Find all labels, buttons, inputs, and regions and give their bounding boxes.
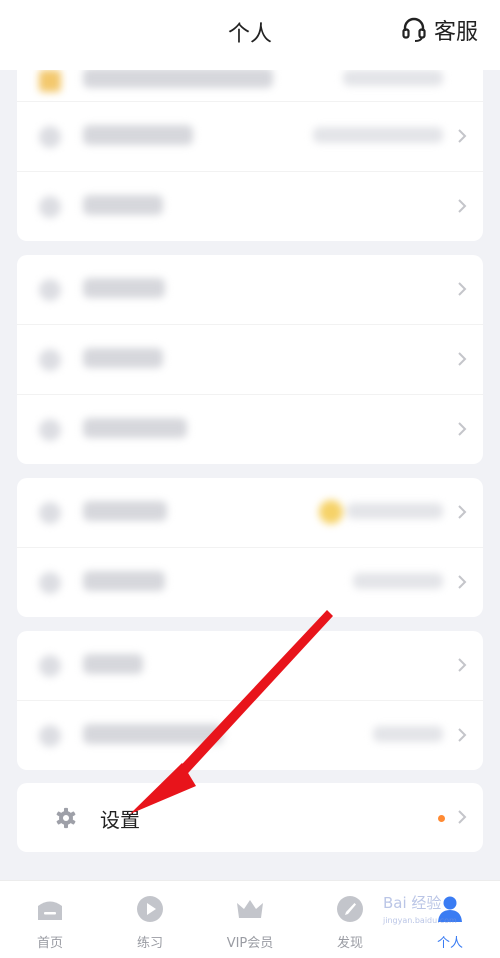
watermark-sub: jingyan.baidu.com <box>383 916 457 925</box>
chevron-right-icon <box>458 728 467 742</box>
blurred-value <box>353 573 443 589</box>
blurred-content <box>17 172 483 241</box>
chevron-right-icon <box>458 199 467 213</box>
crown-icon <box>237 900 263 918</box>
chevron-right-icon <box>458 352 467 366</box>
list-item[interactable] <box>17 172 483 241</box>
blurred-value <box>347 503 443 519</box>
home-icon <box>38 901 62 920</box>
headset-icon <box>402 17 426 42</box>
blurred-badge <box>319 500 343 524</box>
tab-vip[interactable]: VIP会员 <box>200 881 300 958</box>
list-item[interactable] <box>17 102 483 172</box>
chevron-right-icon <box>458 282 467 296</box>
list-item[interactable] <box>17 548 483 617</box>
blurred-content <box>17 325 483 394</box>
watermark: Bai 经验 jingyan.baidu.com <box>383 895 495 945</box>
top-header: 个人 客服 <box>0 0 500 70</box>
chevron-right-icon <box>458 658 467 672</box>
chevron-right-icon <box>458 575 467 589</box>
blurred-icon <box>39 502 61 524</box>
blurred-icon <box>39 655 61 677</box>
blurred-label <box>83 724 223 744</box>
menu-card-2 <box>17 255 483 464</box>
list-item[interactable] <box>17 701 483 770</box>
tab-label: VIP会员 <box>226 936 274 951</box>
menu-card-3 <box>17 478 483 617</box>
settings-label: 设置 <box>100 808 140 832</box>
tab-label: 练习 <box>136 936 163 951</box>
blurred-content <box>17 478 483 547</box>
tab-home[interactable]: 首页 <box>0 881 100 958</box>
blurred-content <box>17 255 483 324</box>
gear-icon <box>56 807 76 829</box>
blurred-content <box>17 102 483 171</box>
blurred-label <box>83 418 187 438</box>
list-item[interactable] <box>17 478 483 548</box>
settings-card: 设置 <box>17 783 483 852</box>
menu-card-4 <box>17 631 483 770</box>
list-item[interactable] <box>17 325 483 395</box>
tab-practice[interactable]: 练习 <box>100 881 200 958</box>
blurred-label <box>83 654 143 674</box>
list-item[interactable] <box>17 395 483 464</box>
blurred-content <box>17 548 483 617</box>
blurred-icon <box>39 419 61 441</box>
notification-dot <box>438 815 445 822</box>
blurred-content <box>17 701 483 770</box>
blurred-label <box>83 501 167 521</box>
blurred-icon <box>39 70 61 92</box>
blurred-label <box>83 68 273 88</box>
blurred-icon <box>39 196 61 218</box>
blurred-label <box>83 348 163 368</box>
customer-service-button[interactable]: 客服 <box>400 14 478 46</box>
blurred-label <box>83 571 165 591</box>
list-item[interactable] <box>17 255 483 325</box>
chevron-right-icon <box>458 505 467 519</box>
blurred-icon <box>39 725 61 747</box>
blurred-value <box>373 726 443 742</box>
chevron-right-icon <box>458 810 467 824</box>
blurred-value <box>313 127 443 143</box>
tab-label: 首页 <box>36 936 63 951</box>
blurred-label <box>83 195 163 215</box>
watermark-text: Bai 经验 <box>383 894 442 912</box>
chevron-right-icon <box>458 422 467 436</box>
blurred-content <box>17 631 483 700</box>
blurred-content <box>17 395 483 464</box>
chevron-right-icon <box>458 129 467 143</box>
list-item[interactable] <box>17 631 483 701</box>
blurred-value <box>343 70 443 86</box>
blurred-label <box>83 125 193 145</box>
customer-service-label: 客服 <box>433 20 478 45</box>
blurred-icon <box>39 279 61 301</box>
blurred-icon <box>39 126 61 148</box>
blurred-label <box>83 278 165 298</box>
blurred-icon <box>39 349 61 371</box>
compass-icon <box>337 896 363 922</box>
blurred-icon <box>39 572 61 594</box>
play-icon <box>137 896 163 922</box>
settings-item[interactable]: 设置 <box>17 783 483 852</box>
